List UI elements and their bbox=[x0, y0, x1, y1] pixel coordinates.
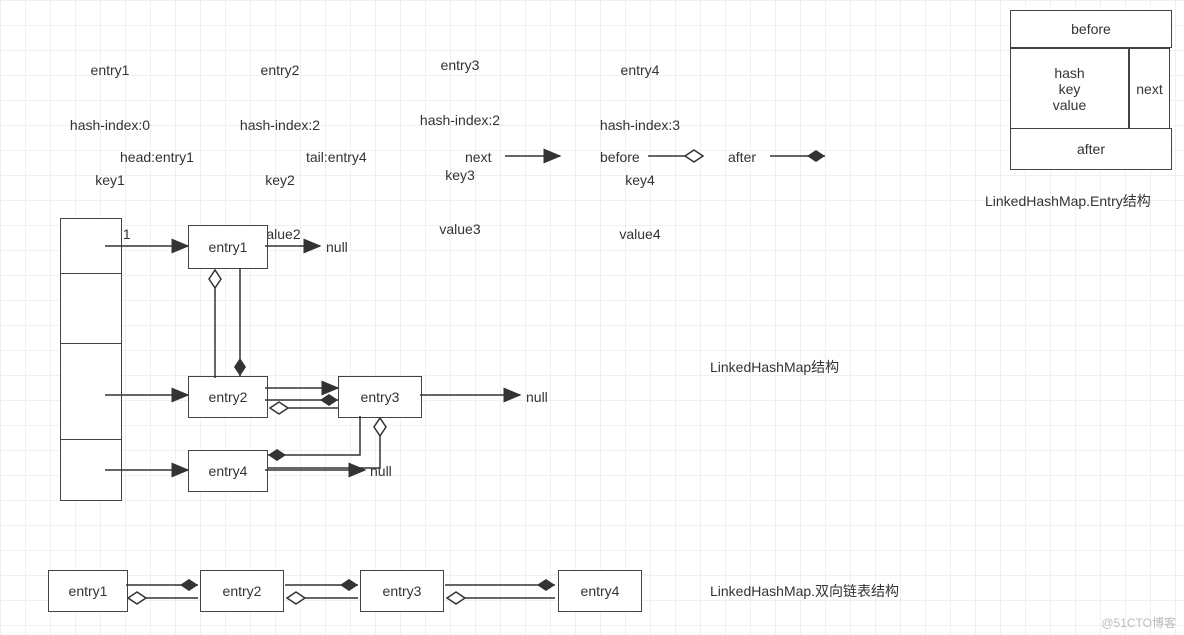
legend-next-label: next bbox=[465, 148, 491, 166]
entry-struct-before: before bbox=[1010, 10, 1172, 48]
hash-entry3-box: entry3 bbox=[338, 376, 422, 418]
entry-key: key3 bbox=[400, 166, 520, 184]
entry-key: key2 bbox=[220, 171, 340, 189]
entry-struct-diagram: before hash key value next after bbox=[1010, 10, 1170, 170]
legend-after-label: after bbox=[728, 148, 756, 166]
hash-entry4-box: entry4 bbox=[188, 450, 268, 492]
entry-struct-value: value bbox=[1053, 97, 1086, 113]
entry-name: entry3 bbox=[400, 56, 520, 74]
hash-entry2-box: entry2 bbox=[188, 376, 268, 418]
entry-name: entry4 bbox=[580, 61, 700, 79]
entry4-info: entry4 hash-index:3 key4 value4 bbox=[580, 25, 700, 280]
entry3-info: entry3 hash-index:2 key3 value3 bbox=[400, 20, 520, 275]
dll-entry2-box: entry2 bbox=[200, 570, 284, 612]
entry-value: value4 bbox=[580, 225, 700, 243]
entry-struct-hash: hash bbox=[1054, 65, 1084, 81]
hash-entry2-label: entry2 bbox=[209, 389, 248, 405]
watermark: @51CTO博客 bbox=[1101, 614, 1176, 631]
dll-entry3-box: entry3 bbox=[360, 570, 444, 612]
legend-before-label: before bbox=[600, 148, 640, 166]
entry-key: key4 bbox=[580, 171, 700, 189]
hash-entry1-box: entry1 bbox=[188, 225, 268, 269]
entry-struct-after: after bbox=[1010, 128, 1172, 170]
entry-hash-index: hash-index:3 bbox=[580, 116, 700, 134]
entry-name: entry2 bbox=[220, 61, 340, 79]
tail-pointer-label: tail:entry4 bbox=[306, 148, 367, 166]
null-label-2: null bbox=[526, 388, 548, 406]
entry-struct-core: hash key value bbox=[1010, 48, 1129, 130]
null-label-1: null bbox=[326, 238, 348, 256]
entry-value: value3 bbox=[400, 220, 520, 238]
bucket-2 bbox=[60, 343, 122, 441]
dll-entry4-box: entry4 bbox=[558, 570, 642, 612]
dll-entry1-box: entry1 bbox=[48, 570, 128, 612]
entry-key: key1 bbox=[50, 171, 170, 189]
entry-struct-after-label: after bbox=[1077, 141, 1105, 157]
entry-struct-caption: LinkedHashMap.Entry结构 bbox=[985, 192, 1151, 210]
head-pointer-label: head:entry1 bbox=[120, 148, 194, 166]
entry-struct-key: key bbox=[1059, 81, 1081, 97]
hash-entry3-label: entry3 bbox=[361, 389, 400, 405]
dll-entry2-label: entry2 bbox=[223, 583, 262, 599]
dll-entry1-label: entry1 bbox=[69, 583, 108, 599]
dll-entry4-label: entry4 bbox=[581, 583, 620, 599]
entry-struct-before-label: before bbox=[1071, 21, 1111, 37]
hash-entry1-label: entry1 bbox=[209, 239, 248, 255]
dll-caption: LinkedHashMap.双向链表结构 bbox=[710, 582, 899, 600]
entry-hash-index: hash-index:0 bbox=[50, 116, 170, 134]
dll-entry3-label: entry3 bbox=[383, 583, 422, 599]
null-label-3: null bbox=[370, 462, 392, 480]
entry-hash-index: hash-index:2 bbox=[220, 116, 340, 134]
hash-diagram-caption: LinkedHashMap结构 bbox=[710, 358, 839, 376]
diagram-canvas: entry1 hash-index:0 key1 value1 entry2 h… bbox=[0, 0, 1184, 635]
bucket-0 bbox=[60, 218, 122, 275]
entry-struct-next: next bbox=[1129, 48, 1170, 130]
bucket-3 bbox=[60, 439, 122, 501]
hash-entry4-label: entry4 bbox=[209, 463, 248, 479]
entry-name: entry1 bbox=[50, 61, 170, 79]
bucket-1 bbox=[60, 273, 122, 345]
entry-struct-next-label: next bbox=[1136, 81, 1162, 97]
entry-hash-index: hash-index:2 bbox=[400, 111, 520, 129]
